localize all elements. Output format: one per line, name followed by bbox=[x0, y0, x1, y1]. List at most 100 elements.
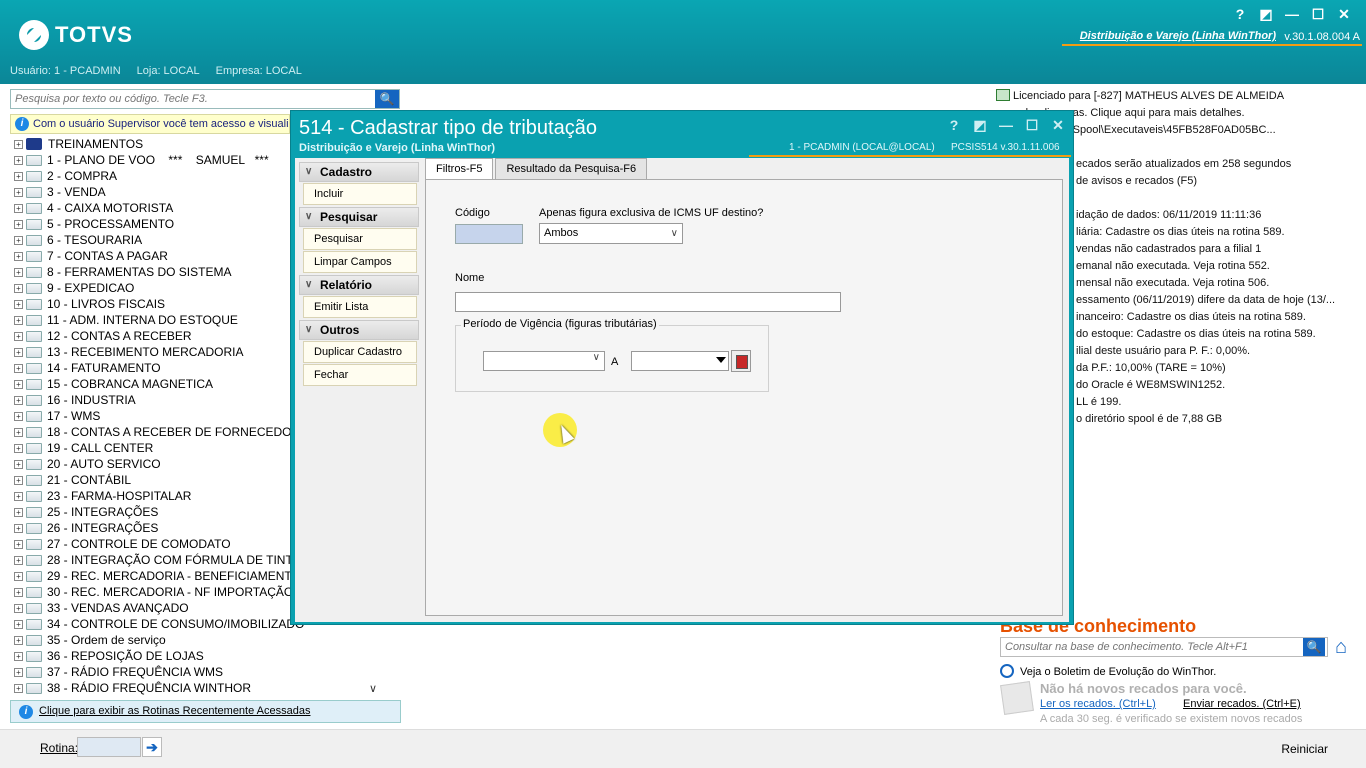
folder-icon bbox=[26, 618, 42, 630]
message-text: Licenciado para [-827] MATHEUS ALVES DE … bbox=[1013, 90, 1285, 102]
tree-item-label: 21 - CONTÁBIL bbox=[47, 473, 132, 487]
tab-filtros[interactable]: Filtros-F5 bbox=[425, 158, 494, 180]
nome-field[interactable] bbox=[455, 292, 841, 312]
expand-icon[interactable]: + bbox=[14, 299, 23, 309]
help-button[interactable]: ? bbox=[1232, 6, 1248, 23]
incluir-button[interactable]: Incluir bbox=[303, 183, 417, 205]
dialog-body: Cadastro Incluir Pesquisar Pesquisar Lim… bbox=[295, 158, 1069, 622]
expand-icon[interactable]: + bbox=[14, 523, 23, 533]
send-messages-link[interactable]: Enviar recados. (Ctrl+E) bbox=[1183, 698, 1301, 710]
expand-icon[interactable]: + bbox=[14, 603, 23, 613]
expand-icon[interactable]: + bbox=[14, 283, 23, 293]
expand-icon[interactable]: + bbox=[14, 571, 23, 581]
search-icon[interactable]: 🔍 bbox=[375, 90, 399, 108]
emitir-lista-button[interactable]: Emitir Lista bbox=[303, 296, 417, 318]
expand-icon[interactable]: + bbox=[14, 251, 23, 261]
folder-icon bbox=[26, 394, 42, 406]
restart-button[interactable]: Reiniciar bbox=[1281, 742, 1328, 756]
expand-icon[interactable]: + bbox=[14, 203, 23, 213]
tab-resultado[interactable]: Resultado da Pesquisa-F6 bbox=[495, 158, 648, 180]
read-messages-link[interactable]: Ler os recados. (Ctrl+L) bbox=[1040, 698, 1156, 710]
message-text: liária: Cadastre os dias úteis na rotina… bbox=[1076, 226, 1285, 238]
tree-item[interactable]: +38 - RÁDIO FREQUÊNCIA WINTHOR bbox=[10, 680, 382, 696]
expand-icon[interactable]: + bbox=[14, 619, 23, 629]
scroll-down-icon[interactable]: ∨ bbox=[364, 682, 382, 698]
clipboard-icon[interactable] bbox=[731, 350, 751, 372]
group-relatorio[interactable]: Relatório bbox=[299, 275, 419, 295]
arrow-right-icon[interactable]: ➔ bbox=[142, 737, 162, 757]
dialog-version: PCSIS514 v.30.1.11.006 bbox=[951, 142, 1060, 153]
expand-icon[interactable]: + bbox=[14, 267, 23, 277]
expand-icon[interactable]: + bbox=[14, 683, 23, 693]
expand-icon[interactable]: + bbox=[14, 539, 23, 549]
message-text: inanceiro: Cadastre os dias úteis na rot… bbox=[1076, 311, 1306, 323]
maximize-button[interactable]: ☐ bbox=[1025, 117, 1039, 134]
tree-item-label: 29 - REC. MERCADORIA - BENEFICIAMENTO bbox=[47, 569, 301, 583]
tree-item[interactable]: +35 - Ordem de serviço bbox=[10, 632, 382, 648]
fechar-button[interactable]: Fechar bbox=[303, 364, 417, 386]
expand-icon[interactable]: + bbox=[14, 507, 23, 517]
boletim-link[interactable]: Veja o Boletim de Evolução do WinThor. bbox=[1000, 664, 1216, 678]
close-button[interactable]: ✕ bbox=[1336, 6, 1352, 23]
expand-icon[interactable]: + bbox=[14, 427, 23, 437]
minimize-button[interactable]: — bbox=[1284, 6, 1300, 23]
limpar-campos-button[interactable]: Limpar Campos bbox=[303, 251, 417, 273]
expand-icon[interactable]: + bbox=[14, 315, 23, 325]
expand-icon[interactable]: + bbox=[14, 635, 23, 645]
expand-icon[interactable]: + bbox=[14, 155, 23, 165]
expand-icon[interactable]: + bbox=[14, 667, 23, 677]
home-icon[interactable]: ⌂ bbox=[1330, 636, 1352, 658]
rotina-input[interactable] bbox=[77, 737, 141, 757]
expand-icon[interactable]: + bbox=[14, 491, 23, 501]
expand-icon[interactable]: + bbox=[14, 331, 23, 341]
expand-icon[interactable]: + bbox=[14, 651, 23, 661]
folder-icon bbox=[26, 538, 42, 550]
knowledge-base-search-input[interactable] bbox=[1001, 638, 1301, 656]
tree-item[interactable]: +37 - RÁDIO FREQUÊNCIA WMS bbox=[10, 664, 382, 680]
expand-icon[interactable]: + bbox=[14, 363, 23, 373]
search-icon[interactable]: 🔍 bbox=[1303, 638, 1325, 656]
expand-icon[interactable]: + bbox=[14, 587, 23, 597]
tree-item-label: 7 - CONTAS A PAGAR bbox=[47, 249, 168, 263]
restore-layout-button[interactable]: ◩ bbox=[973, 117, 987, 134]
expand-icon[interactable]: + bbox=[14, 379, 23, 389]
routine-search-input[interactable] bbox=[11, 90, 371, 108]
folder-icon bbox=[26, 154, 42, 166]
help-button[interactable]: ? bbox=[947, 117, 961, 134]
date-from-select[interactable]: ∨ bbox=[483, 351, 605, 371]
product-line-link[interactable]: Distribuição e Varejo (Linha WinThor) bbox=[1080, 30, 1276, 42]
recent-routines-link[interactable]: Clique para exibir as Rotinas Recentemen… bbox=[39, 705, 310, 717]
message-text: ecados serão atualizados em 258 segundos bbox=[1076, 158, 1292, 170]
icms-select[interactable]: Ambos ∨ bbox=[539, 223, 683, 244]
restore-layout-button[interactable]: ◩ bbox=[1258, 6, 1274, 23]
expand-icon[interactable]: + bbox=[14, 443, 23, 453]
date-to-select[interactable] bbox=[631, 351, 729, 371]
expand-icon[interactable]: + bbox=[14, 171, 23, 181]
recent-routines-bar[interactable]: i Clique para exibir as Rotinas Recentem… bbox=[10, 700, 401, 723]
expand-icon[interactable]: + bbox=[14, 555, 23, 565]
folder-icon bbox=[26, 346, 42, 358]
group-cadastro[interactable]: Cadastro bbox=[299, 162, 419, 182]
expand-icon[interactable]: + bbox=[14, 235, 23, 245]
minimize-button[interactable]: — bbox=[999, 117, 1013, 134]
group-pesquisar[interactable]: Pesquisar bbox=[299, 207, 419, 227]
message-line[interactable]: Licenciado para [-827] MATHEUS ALVES DE … bbox=[996, 88, 1358, 105]
expand-icon[interactable]: + bbox=[14, 219, 23, 229]
maximize-button[interactable]: ☐ bbox=[1310, 6, 1326, 23]
close-button[interactable]: ✕ bbox=[1051, 117, 1065, 134]
expand-icon[interactable]: + bbox=[14, 139, 23, 149]
check-interval-note: A cada 30 seg. é verificado se existem n… bbox=[1040, 713, 1303, 725]
codigo-field[interactable] bbox=[455, 224, 523, 244]
expand-icon[interactable]: + bbox=[14, 347, 23, 357]
expand-icon[interactable]: + bbox=[14, 475, 23, 485]
tree-item[interactable]: +36 - REPOSIÇÃO DE LOJAS bbox=[10, 648, 382, 664]
group-outros[interactable]: Outros bbox=[299, 320, 419, 340]
expand-icon[interactable]: + bbox=[14, 395, 23, 405]
expand-icon[interactable]: + bbox=[14, 459, 23, 469]
expand-icon[interactable]: + bbox=[14, 187, 23, 197]
pesquisar-button[interactable]: Pesquisar bbox=[303, 228, 417, 250]
duplicar-cadastro-button[interactable]: Duplicar Cadastro bbox=[303, 341, 417, 363]
expand-icon[interactable]: + bbox=[14, 411, 23, 421]
tree-item-label: 12 - CONTAS A RECEBER bbox=[47, 329, 192, 343]
chevron-down-icon: ∨ bbox=[592, 352, 600, 363]
